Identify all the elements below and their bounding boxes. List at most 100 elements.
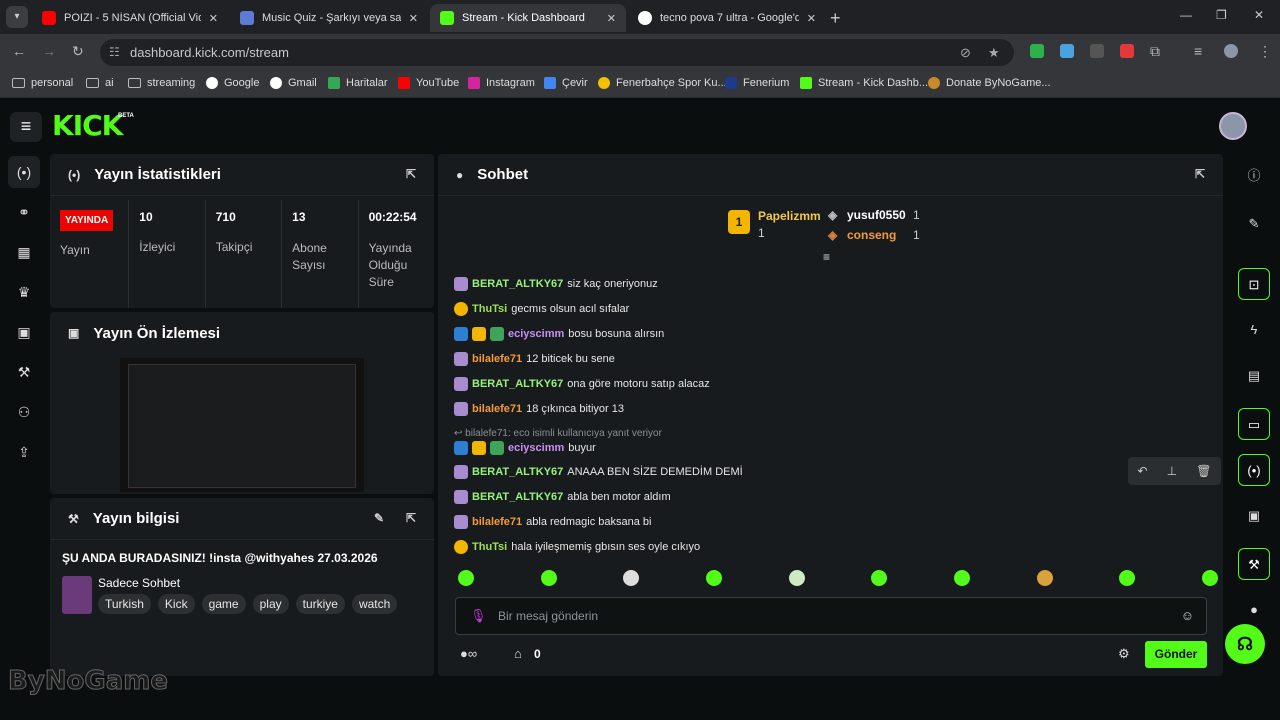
browser-tab-music-quiz[interactable]: Music Quiz - Şarkıyı veya sanatçıyı ✕ — [230, 4, 428, 32]
chat-message[interactable]: BERAT_ALTKY67 ona göre motoru satıp alaca… — [454, 377, 710, 391]
chat-message[interactable]: bilalefe71 18 çıkınca bitiyor 13 — [454, 402, 624, 416]
browser-tab-kick[interactable]: Stream - Kick Dashboard ✕ — [430, 4, 626, 32]
trophy-icon[interactable]: ♛ — [8, 276, 40, 308]
emote-icon[interactable] — [788, 570, 805, 586]
chat-username[interactable]: ThuTsi — [472, 303, 507, 315]
browser-tab-youtube[interactable]: POIZI - 5 NİSAN (Official Video) ✕ — [32, 4, 228, 32]
emote-icon[interactable] — [953, 570, 970, 586]
link-icon[interactable]: ⚭ — [8, 196, 40, 228]
bookmark-folder-ai[interactable]: ai — [86, 77, 114, 89]
chat-message[interactable]: bilalefe71 abla redmagic baksana bi — [454, 515, 652, 529]
bookmark-youtube[interactable]: YouTube — [398, 77, 459, 89]
broadcast-icon[interactable]: (•) — [1238, 454, 1270, 486]
screenshot-icon[interactable]: ⊡ — [1238, 268, 1270, 300]
info-icon[interactable]: ⓘ — [1238, 160, 1270, 192]
kicks-icon[interactable]: ●∞ — [460, 646, 477, 661]
chat-icon[interactable]: ▭ — [1238, 408, 1270, 440]
chat-message[interactable]: eciyscimm buyur — [454, 441, 596, 455]
bookmark-translate[interactable]: Çevir — [544, 77, 588, 89]
wrench-icon[interactable]: ⚒ — [1238, 548, 1270, 580]
extensions-puzzle-icon[interactable]: ⧉ — [1150, 43, 1160, 60]
chat-message[interactable]: ThuTsi hala iyileşmemiş gbısın ses oyle c… — [454, 540, 700, 554]
wrench-icon[interactable]: ⚒ — [8, 356, 40, 388]
emote-icon[interactable] — [871, 570, 888, 586]
browser-tab-google[interactable]: tecno pova 7 ultra - Google'da Ara ✕ — [628, 4, 826, 32]
address-bar[interactable]: ☷ dashboard.kick.com/stream ⊘ ★ — [100, 39, 1014, 66]
restore-button[interactable]: ❐ — [1216, 8, 1227, 22]
chat-message-input[interactable]: 🎙 Bir mesaj gönderin ☺ — [455, 597, 1207, 635]
scene-icon[interactable]: ▣ — [1238, 500, 1270, 532]
notes-icon[interactable]: ▤ — [1238, 360, 1270, 392]
chat-username[interactable]: BERAT_ALTKY67 — [472, 466, 563, 478]
collapse-leaderboard-icon[interactable]: ≡ — [823, 250, 830, 264]
bookmark-google[interactable]: Google — [206, 77, 259, 89]
popout-icon[interactable]: ⇱ — [406, 167, 416, 181]
chat-username[interactable]: eciyscimm — [508, 442, 564, 454]
emote-icon[interactable] — [540, 570, 557, 586]
chat-username[interactable]: BERAT_ALTKY67 — [472, 491, 563, 503]
close-icon[interactable]: ✕ — [807, 12, 816, 25]
close-window-button[interactable]: ✕ — [1254, 8, 1264, 22]
browser-menu-icon[interactable]: ⋮ — [1258, 43, 1272, 60]
tab-search-icon[interactable]: ▾ — [6, 6, 28, 28]
chat-message[interactable]: bilalefe71 12 biticek bu sene — [454, 352, 615, 366]
emote-icon[interactable] — [1201, 570, 1218, 586]
media-control-icon[interactable]: ≡ — [1194, 43, 1202, 59]
reload-button[interactable]: ↻ — [72, 43, 84, 60]
chat-settings-icon[interactable]: ⚙ — [1118, 646, 1130, 662]
pin-icon[interactable]: ⊥ — [1167, 464, 1177, 478]
popout-icon[interactable]: ⇱ — [1195, 167, 1205, 181]
bookmark-bynogame[interactable]: Donate ByNoGame... — [928, 77, 1051, 89]
extension-icon[interactable] — [1060, 44, 1074, 58]
chat-username[interactable]: bilalefe71 — [472, 403, 522, 415]
emote-icon[interactable] — [705, 570, 722, 586]
reply-icon[interactable]: ↶ — [1138, 464, 1148, 478]
extension-icon[interactable] — [1090, 44, 1104, 58]
gift-shop-icon[interactable]: ⌂ — [514, 646, 522, 661]
site-info-icon[interactable]: ☷ — [109, 39, 120, 66]
close-icon[interactable]: ✕ — [409, 12, 418, 25]
chat-message[interactable]: BERAT_ALTKY67 abla ben motor aldım — [454, 490, 671, 504]
chat-message-hovered[interactable]: BERAT_ALTKY67 ANAAA BEN SİZE DEMEDİM DEMİ — [454, 465, 743, 479]
emote-icon[interactable] — [458, 570, 474, 586]
delete-icon[interactable]: 🗑 — [1196, 464, 1211, 478]
bookmark-fenerbahce[interactable]: Fenerbahçe Spor Ku... — [598, 77, 727, 89]
chat-username[interactable]: bilalefe71 — [472, 516, 522, 528]
bookmark-folder-streaming[interactable]: streaming — [128, 77, 195, 89]
avatar[interactable] — [1219, 112, 1247, 140]
popout-icon[interactable]: ⇱ — [406, 511, 416, 525]
chat-message[interactable]: BERAT_ALTKY67 siz kaç oneriyonuz — [454, 277, 658, 291]
analytics-icon[interactable]: ▦ — [8, 236, 40, 268]
bookmark-instagram[interactable]: Instagram — [468, 77, 535, 89]
extension-shield-icon[interactable] — [1030, 44, 1044, 58]
bookmark-maps[interactable]: Haritalar — [328, 77, 388, 89]
users-settings-icon[interactable]: ⚇ — [8, 396, 40, 428]
bookmark-fenerium[interactable]: Fenerium — [725, 77, 789, 89]
leader-name[interactable]: Papelizmm — [758, 209, 821, 223]
chat-message[interactable]: eciyscimm bosu bosuna alırsın — [454, 327, 664, 341]
forward-button[interactable]: → — [42, 43, 56, 59]
chat-username[interactable]: eciyscimm — [508, 328, 564, 340]
reply-context[interactable]: ↩ bilalefe71: eco isimli kullanıcıya yan… — [454, 428, 662, 439]
bolt-icon[interactable]: ϟ — [1238, 314, 1270, 346]
emote-icon[interactable] — [1036, 570, 1053, 586]
support-headset-icon[interactable]: ☊ — [1225, 624, 1265, 664]
close-icon[interactable]: ✕ — [607, 12, 616, 25]
edit-icon[interactable]: ✎ — [374, 511, 384, 525]
bookmark-star-icon[interactable]: ★ — [988, 39, 1000, 66]
profile-avatar-icon[interactable] — [1224, 44, 1238, 58]
emote-icon[interactable] — [623, 570, 640, 586]
send-button[interactable]: Gönder — [1145, 641, 1207, 668]
kick-logo[interactable]: KICK — [52, 112, 123, 140]
stream-preview-video[interactable] — [120, 358, 364, 492]
bookmark-gmail[interactable]: Gmail — [270, 77, 317, 89]
video-icon[interactable]: ▣ — [8, 316, 40, 348]
bookmark-kick[interactable]: Stream - Kick Dashb... — [800, 77, 928, 89]
kicks-icon[interactable]: ● — [1238, 594, 1270, 626]
chat-message[interactable]: ThuTsi gecmıs olsun acıl sıfalar — [454, 302, 629, 316]
chat-username[interactable]: BERAT_ALTKY67 — [472, 378, 563, 390]
back-button[interactable]: ← — [12, 43, 26, 59]
chat-username[interactable]: ThuTsi — [472, 541, 507, 553]
emote-icon[interactable] — [1119, 570, 1136, 586]
menu-icon[interactable]: ≡ — [10, 112, 42, 142]
